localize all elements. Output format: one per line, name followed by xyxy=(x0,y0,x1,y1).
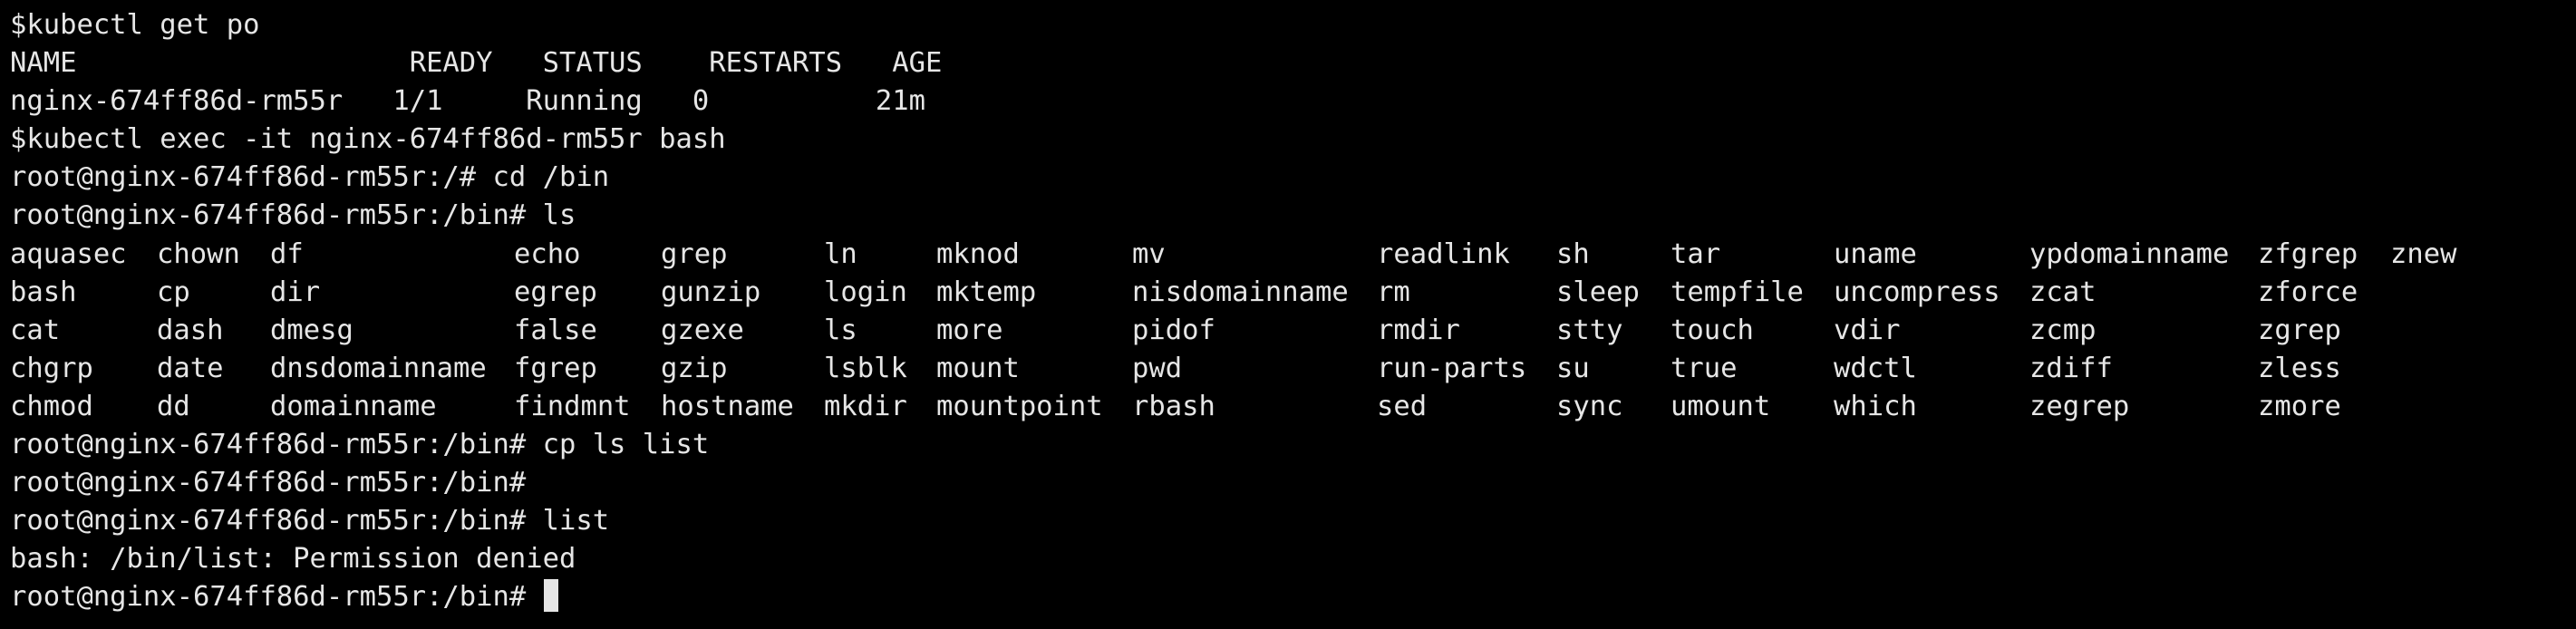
ls-entry: zcat xyxy=(2029,276,2097,308)
ls-entry: mktemp xyxy=(936,276,1037,308)
ls-entry: pwd xyxy=(1132,352,1183,384)
ls-entry: gunzip xyxy=(661,276,761,308)
error-message: bash: /bin/list: Permission denied xyxy=(10,543,576,576)
ls-entry: dash xyxy=(157,314,224,346)
ls-entry: stty xyxy=(1556,314,1623,346)
ls-entry: cat xyxy=(10,314,61,346)
ls-entry: aquasec xyxy=(10,237,127,270)
pod-table-row: nginx-674ff86d-rm55r 1/1 Running 0 21m xyxy=(10,85,925,118)
ls-entry: true xyxy=(1671,352,1738,384)
ls-entry: ypdomainname xyxy=(2029,237,2230,270)
ls-entry: chown xyxy=(157,237,240,270)
ls-entry: znew xyxy=(2390,237,2457,270)
ls-entry: pidof xyxy=(1132,314,1215,346)
ls-entry: hostname xyxy=(661,390,794,422)
ls-entry: su xyxy=(1556,352,1590,384)
active-prompt-line[interactable]: root@nginx-674ff86d-rm55r:/bin# xyxy=(10,578,2576,616)
ls-entry: ls xyxy=(824,314,857,346)
ls-entry: rbash xyxy=(1132,390,1215,422)
ls-entry: dd xyxy=(157,390,190,422)
ls-entry: rmdir xyxy=(1377,314,1460,346)
ls-entry: which xyxy=(1834,390,1917,422)
ls-entry: zcmp xyxy=(2029,314,2097,346)
ls-entry: date xyxy=(157,352,224,384)
ls-entry: zmore xyxy=(2258,390,2341,422)
terminal-line: root@nginx-674ff86d-rm55r:/bin# cp ls li… xyxy=(10,429,710,461)
terminal-line: $kubectl get po xyxy=(10,9,260,41)
ls-entry: mknod xyxy=(936,237,1020,270)
ls-entry: uncompress xyxy=(1834,276,2000,308)
ls-entry: umount xyxy=(1671,390,1771,422)
ls-row: cat dash dmesg false gzexe ls more pidof rmdir st… xyxy=(10,312,2576,350)
ls-entry: zdiff xyxy=(2029,352,2113,384)
ls-entry: echo xyxy=(514,237,581,270)
ls-entry: zgrep xyxy=(2258,314,2341,346)
ls-output-grid: aquasec chown df echo grep ln mknod mv readlink s… xyxy=(10,236,2576,426)
ls-entry: more xyxy=(936,314,1003,346)
ls-entry: mountpoint xyxy=(936,390,1103,422)
ls-entry: sync xyxy=(1556,390,1623,422)
ls-entry: zforce xyxy=(2258,276,2358,308)
ls-entry: wdctl xyxy=(1834,352,1917,384)
ls-entry: egrep xyxy=(514,276,597,308)
ls-entry: sh xyxy=(1556,237,1590,270)
ls-entry: nisdomainname xyxy=(1132,276,1349,308)
ls-entry: sed xyxy=(1377,390,1428,422)
ls-entry: false xyxy=(514,314,597,346)
ls-entry: zless xyxy=(2258,352,2341,384)
ls-entry: chgrp xyxy=(10,352,93,384)
terminal-line: root@nginx-674ff86d-rm55r:/bin# xyxy=(10,467,527,499)
ls-entry: tar xyxy=(1671,237,1721,270)
ls-entry: dir xyxy=(270,276,321,308)
ls-entry: gzip xyxy=(661,352,728,384)
prompt-text: root@nginx-674ff86d-rm55r:/bin# xyxy=(10,581,543,614)
ls-row: bash cp dir egrep gunzip login mktemp nisdomain… xyxy=(10,274,2576,312)
text-cursor xyxy=(543,579,558,613)
ls-entry: domainname xyxy=(270,390,437,422)
ls-entry: fgrep xyxy=(514,352,597,384)
pod-table-header: NAME READY STATUS RESTARTS AGE xyxy=(10,47,943,80)
ls-entry: cp xyxy=(157,276,190,308)
terminal-line: root@nginx-674ff86d-rm55r:/# cd /bin xyxy=(10,161,610,194)
ls-entry: df xyxy=(270,237,304,270)
ls-entry: lsblk xyxy=(824,352,907,384)
ls-entry: dnsdomainname xyxy=(270,352,487,384)
ls-entry: run-parts xyxy=(1377,352,1527,384)
ls-entry: tempfile xyxy=(1671,276,1804,308)
ls-entry: vdir xyxy=(1834,314,1901,346)
ls-entry: findmnt xyxy=(514,390,631,422)
terminal-line: root@nginx-674ff86d-rm55r:/bin# list xyxy=(10,505,610,537)
ls-entry: mkdir xyxy=(824,390,907,422)
terminal-line: root@nginx-674ff86d-rm55r:/bin# ls xyxy=(10,199,576,232)
ls-entry: rm xyxy=(1377,276,1410,308)
ls-row: chmod dd domainname findmnt hostname mkdir mou… xyxy=(10,388,2576,426)
ls-entry: grep xyxy=(661,237,728,270)
ls-entry: login xyxy=(824,276,907,308)
ls-entry: mount xyxy=(936,352,1020,384)
ls-entry: dmesg xyxy=(270,314,353,346)
ls-entry: zegrep xyxy=(2029,390,2130,422)
ls-entry: sleep xyxy=(1556,276,1640,308)
ls-entry: ln xyxy=(824,237,857,270)
ls-entry: gzexe xyxy=(661,314,744,346)
ls-entry: uname xyxy=(1834,237,1917,270)
ls-entry: chmod xyxy=(10,390,93,422)
terminal-window[interactable]: $kubectl get po NAME READY STATUS RESTAR… xyxy=(0,0,2576,629)
ls-entry: mv xyxy=(1132,237,1166,270)
ls-entry: readlink xyxy=(1377,237,1510,270)
ls-entry: touch xyxy=(1671,314,1754,346)
terminal-line: $kubectl exec -it nginx-674ff86d-rm55r b… xyxy=(10,123,726,156)
ls-entry: bash xyxy=(10,276,77,308)
ls-entry: zfgrep xyxy=(2258,237,2358,270)
ls-row: aquasec chown df echo grep ln mknod mv readlink s… xyxy=(10,236,2576,274)
ls-row: chgrp date dnsdomainname fgrep gzip lsblk moun… xyxy=(10,350,2576,388)
